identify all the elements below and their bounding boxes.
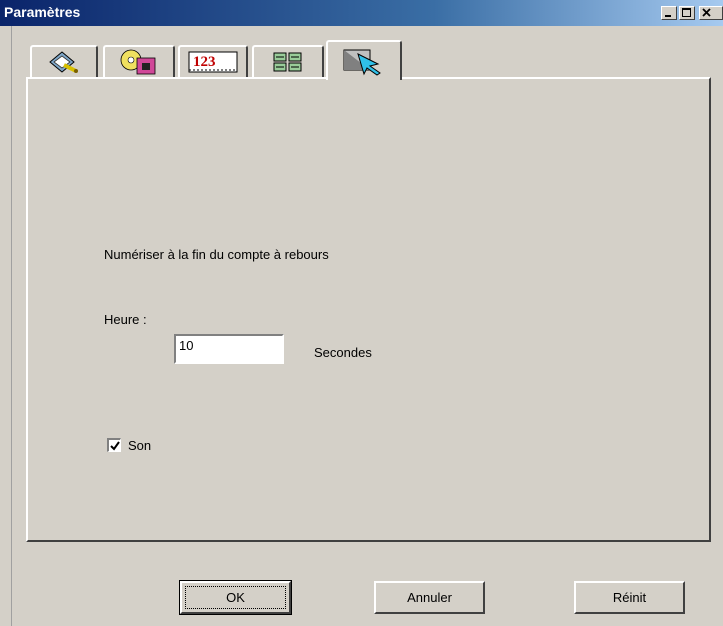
time-label: Heure : xyxy=(104,312,147,327)
close-button[interactable] xyxy=(699,6,723,20)
countdown-description: Numériser à la fin du compte à rebours xyxy=(104,247,329,262)
window-left-edge xyxy=(0,26,12,626)
settings-panel: Numériser à la fin du compte à rebours H… xyxy=(26,77,711,542)
sound-label: Son xyxy=(128,438,152,453)
title-bar[interactable]: Paramètres xyxy=(0,0,723,26)
media-card-icon xyxy=(120,49,156,75)
close-icon xyxy=(702,8,711,17)
minimize-button[interactable] xyxy=(661,6,677,20)
numbering-123-icon: 123 xyxy=(188,51,238,73)
cursor-arrow-icon xyxy=(343,49,381,76)
tab-countdown[interactable] xyxy=(326,40,402,80)
cancel-button[interactable]: Annuler xyxy=(374,581,485,614)
time-input[interactable]: 10 xyxy=(174,334,284,364)
window-title: Paramètres xyxy=(4,4,81,20)
tab-media[interactable] xyxy=(103,45,175,77)
maximize-icon xyxy=(682,8,691,17)
sound-checkbox[interactable] xyxy=(107,438,121,452)
time-unit-label: Secondes xyxy=(314,345,372,360)
wrench-settings-icon xyxy=(49,51,78,73)
minimize-icon xyxy=(665,15,671,17)
checkmark-icon xyxy=(110,441,120,451)
batch-documents-icon xyxy=(273,52,302,72)
tab-numbering[interactable]: 123 xyxy=(178,45,248,77)
maximize-button[interactable] xyxy=(679,6,695,20)
ok-button[interactable]: OK xyxy=(179,580,292,615)
reset-button[interactable]: Réinit xyxy=(574,581,685,614)
tab-general[interactable] xyxy=(30,45,98,77)
tab-batch[interactable] xyxy=(252,45,324,77)
ok-button-label: OK xyxy=(185,586,286,609)
svg-text:123: 123 xyxy=(193,54,216,70)
